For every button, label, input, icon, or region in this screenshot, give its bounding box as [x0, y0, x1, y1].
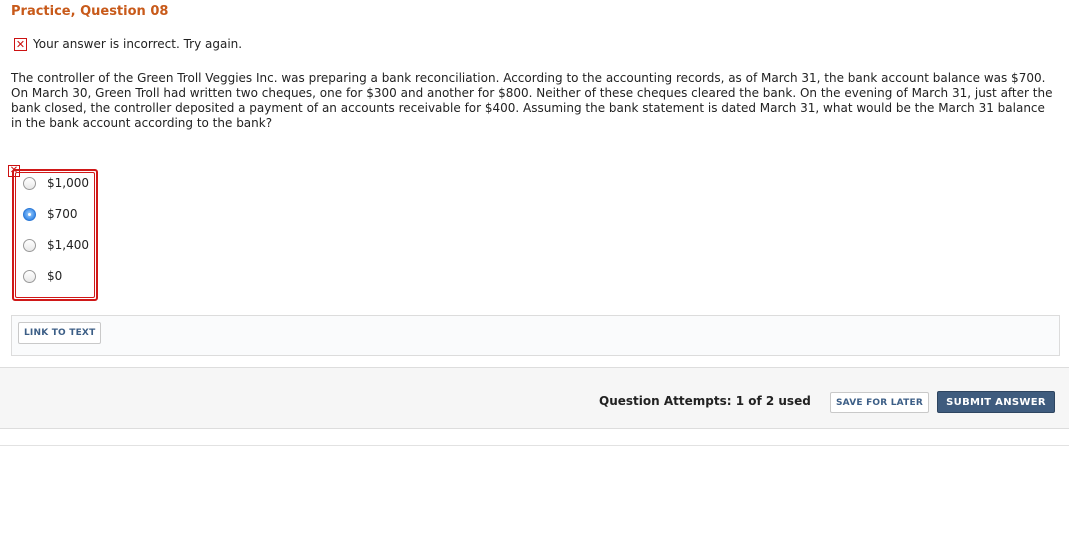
choice-label: $0 [47, 269, 63, 283]
choice-option-1[interactable]: $1,000 [23, 176, 89, 190]
divider [0, 445, 1069, 446]
radio-button-selected[interactable] [23, 207, 36, 221]
link-panel: LINK TO TEXT [11, 315, 1060, 356]
save-for-later-button[interactable]: SAVE FOR LATER [830, 392, 929, 413]
x-icon: ✕ [14, 37, 27, 51]
choice-label: $700 [47, 207, 78, 221]
choice-label: $1,400 [47, 238, 89, 252]
footer-bar: Question Attempts: 1 of 2 used SAVE FOR … [0, 367, 1069, 429]
question-page: Practice, Question 08 ✕ Your answer is i… [0, 0, 1069, 533]
choice-option-4[interactable]: $0 [23, 269, 62, 283]
question-text: The controller of the Green Troll Veggie… [11, 71, 1053, 130]
feedback-message: ✕ Your answer is incorrect. Try again. [14, 37, 242, 51]
choice-label: $1,000 [47, 176, 89, 190]
question-attempts: Question Attempts: 1 of 2 used [599, 394, 811, 408]
radio-button[interactable] [23, 238, 36, 252]
question-title: Practice, Question 08 [11, 4, 169, 19]
radio-button[interactable] [23, 176, 36, 190]
radio-button[interactable] [23, 269, 36, 283]
choice-option-2[interactable]: $700 [23, 207, 78, 221]
choice-option-3[interactable]: $1,400 [23, 238, 89, 252]
link-to-text-button[interactable]: LINK TO TEXT [18, 322, 102, 344]
submit-answer-button[interactable]: SUBMIT ANSWER [937, 391, 1055, 413]
feedback-text: Your answer is incorrect. Try again. [33, 37, 243, 51]
